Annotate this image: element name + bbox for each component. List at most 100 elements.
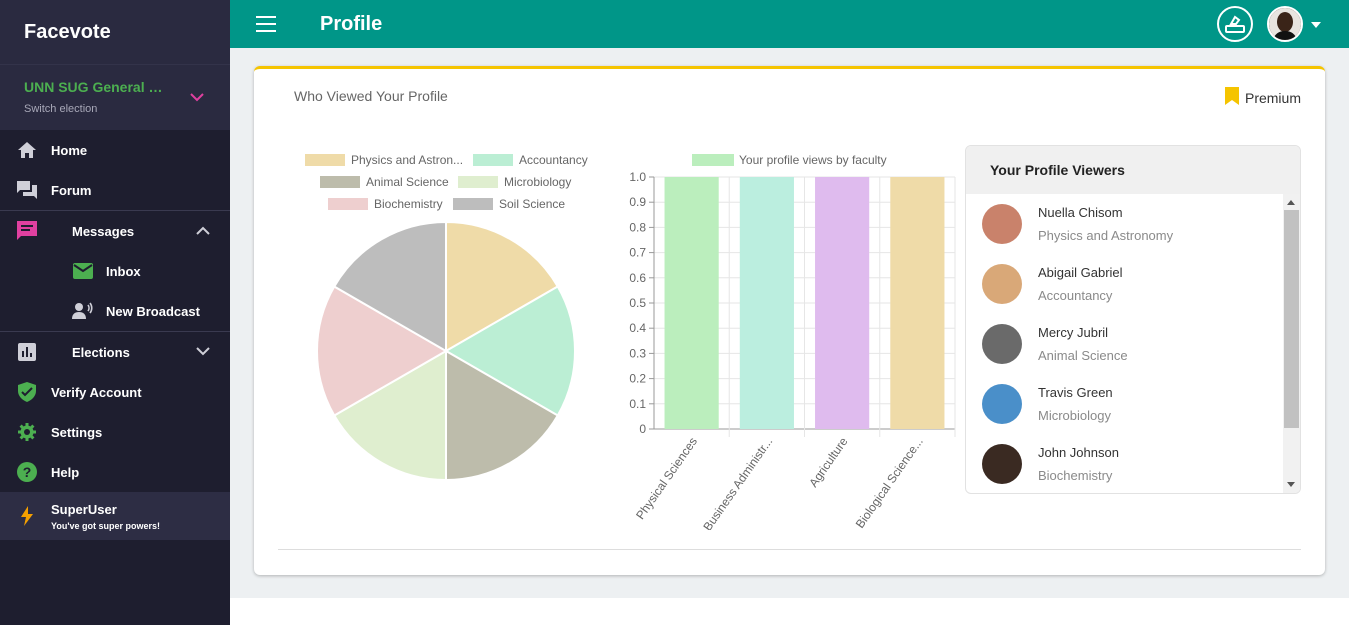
sidebar-item-label: Inbox (106, 263, 141, 279)
sidebar-item-new-broadcast[interactable]: New Broadcast (0, 291, 230, 331)
sidebar-item-label: Elections (72, 344, 130, 360)
avatar (982, 444, 1022, 484)
y-tick-label: 0.1 (629, 397, 646, 411)
pie-legend-item[interactable]: Animal Science (320, 175, 449, 189)
viewers-title: Your Profile Viewers (966, 146, 1300, 194)
y-tick-label: 0.5 (629, 296, 646, 310)
sidebar-item-messages[interactable]: Messages (0, 211, 230, 251)
menu-icon[interactable] (256, 16, 276, 32)
election-switcher[interactable]: UNN SUG General El... Switch election (0, 64, 230, 130)
sidebar-item-inbox[interactable]: Inbox (0, 251, 230, 291)
legend-swatch (320, 176, 360, 188)
y-tick-label: 0.3 (629, 346, 646, 360)
pie-chart: Physics and Astron... Accountancy Animal S… (305, 153, 588, 482)
premium-badge[interactable]: Premium (1224, 87, 1301, 108)
user-avatar[interactable] (1267, 6, 1303, 42)
sidebar-item-verify-account[interactable]: Verify Account (0, 372, 230, 412)
legend-label: Soil Science (499, 197, 565, 211)
mail-icon (72, 260, 94, 282)
page-title: Profile (320, 12, 383, 35)
viewer-faculty: Accountancy (1038, 288, 1113, 303)
superuser-title: SuperUser (51, 501, 117, 517)
pie-legend-item[interactable]: Soil Science (453, 197, 565, 211)
sidebar-item-label: Forum (51, 182, 92, 198)
broadcast-icon (72, 300, 94, 322)
list-item[interactable]: Abigail Gabriel Accountancy (966, 254, 1282, 314)
viewer-faculty: Animal Science (1038, 348, 1128, 363)
sidebar-item-label: Messages (72, 223, 135, 239)
list-item[interactable]: Mercy Jubril Animal Science (966, 314, 1282, 374)
forum-icon (16, 179, 38, 201)
list-item[interactable]: Nuella Chisom Physics and Astronomy (966, 194, 1282, 254)
chart-icon (16, 341, 38, 363)
chevron-down-icon[interactable] (196, 344, 210, 359)
scroll-up-arrow[interactable] (1287, 200, 1295, 205)
x-tick-label: Physical Sciences (633, 435, 700, 522)
caret-down-icon[interactable] (1311, 15, 1321, 33)
sidebar-item-label: Verify Account (51, 384, 142, 400)
superuser-panel[interactable]: SuperUser You've got super powers! (0, 492, 230, 540)
viewer-name: Mercy Jubril (1038, 325, 1109, 340)
x-tick-label: Business Administr... (700, 435, 775, 530)
sidebar-item-elections[interactable]: Elections (0, 332, 230, 372)
y-tick-label: 1.0 (629, 170, 646, 184)
x-tick-label: Biological Science... (853, 435, 926, 530)
superuser-subtitle: You've got super powers! (51, 520, 160, 531)
top-app-bar: Profile (230, 0, 1349, 48)
viewer-faculty: Microbiology (1038, 408, 1111, 423)
legend-swatch (305, 154, 345, 166)
pie-legend-item[interactable]: Microbiology (458, 175, 571, 189)
viewer-name: John Johnson (1038, 445, 1119, 460)
pie-legend-item[interactable]: Accountancy (473, 153, 588, 167)
bar-legend-item[interactable]: Your profile views by faculty (692, 153, 887, 167)
scroll-down-arrow[interactable] (1287, 482, 1295, 487)
sidebar-item-label: New Broadcast (106, 303, 200, 319)
profile-viewers-panel: Your Profile Viewers Nuella Chisom Physic… (965, 145, 1301, 494)
sidebar-item-help[interactable]: ? Help (0, 452, 230, 492)
viewer-faculty: Physics and Astronomy (1038, 228, 1174, 243)
svg-text:?: ? (23, 464, 32, 480)
bar[interactable] (815, 177, 870, 429)
bar-chart: Your profile views by faculty 0 0.1 0.2 0.3… (629, 153, 956, 530)
gear-icon (16, 421, 38, 443)
chevron-up-icon[interactable] (196, 223, 210, 238)
legend-swatch (328, 198, 368, 210)
bar[interactable] (890, 177, 945, 429)
scrollbar-thumb[interactable] (1284, 210, 1299, 428)
pie-legend-item[interactable]: Biochemistry (328, 197, 443, 211)
legend-label: Physics and Astron... (351, 153, 463, 167)
sidebar-item-label: Help (51, 464, 80, 480)
bar[interactable] (739, 177, 794, 429)
list-item[interactable]: John Johnson Biochemistry (966, 434, 1282, 493)
legend-label: Accountancy (519, 153, 588, 167)
chevron-down-icon[interactable] (190, 89, 204, 107)
card-divider (278, 549, 1301, 550)
sidebar-item-settings[interactable]: Settings (0, 412, 230, 452)
sidebar-item-home[interactable]: Home (0, 130, 230, 170)
legend-label: Biochemistry (374, 197, 443, 211)
sidebar: Facevote UNN SUG General El... Switch el… (0, 0, 230, 625)
avatar (982, 264, 1022, 304)
x-tick-label: Agriculture (806, 434, 851, 489)
list-item[interactable]: Travis Green Microbiology (966, 374, 1282, 434)
pie-legend-item[interactable]: Physics and Astron... (305, 153, 463, 167)
vote-icon[interactable] (1217, 6, 1253, 42)
y-tick-label: 0 (639, 422, 646, 436)
y-tick-label: 0.2 (629, 372, 646, 386)
legend-label: Microbiology (504, 175, 571, 189)
bar[interactable] (664, 177, 719, 429)
y-tick-label: 0.6 (629, 271, 646, 285)
premium-label: Premium (1244, 89, 1301, 106)
shield-check-icon (16, 381, 38, 403)
lightning-icon (16, 506, 38, 526)
election-name: UNN SUG General El... (24, 79, 169, 95)
avatar (982, 324, 1022, 364)
scrollbar[interactable] (1283, 194, 1300, 493)
sidebar-item-forum[interactable]: Forum (0, 170, 230, 210)
y-tick-label: 0.7 (629, 246, 646, 260)
legend-label: Animal Science (366, 175, 449, 189)
brand-logo[interactable]: Facevote (0, 0, 230, 64)
viewer-name: Nuella Chisom (1038, 205, 1123, 220)
y-tick-label: 0.4 (629, 321, 646, 335)
sidebar-item-label: Settings (51, 424, 103, 440)
